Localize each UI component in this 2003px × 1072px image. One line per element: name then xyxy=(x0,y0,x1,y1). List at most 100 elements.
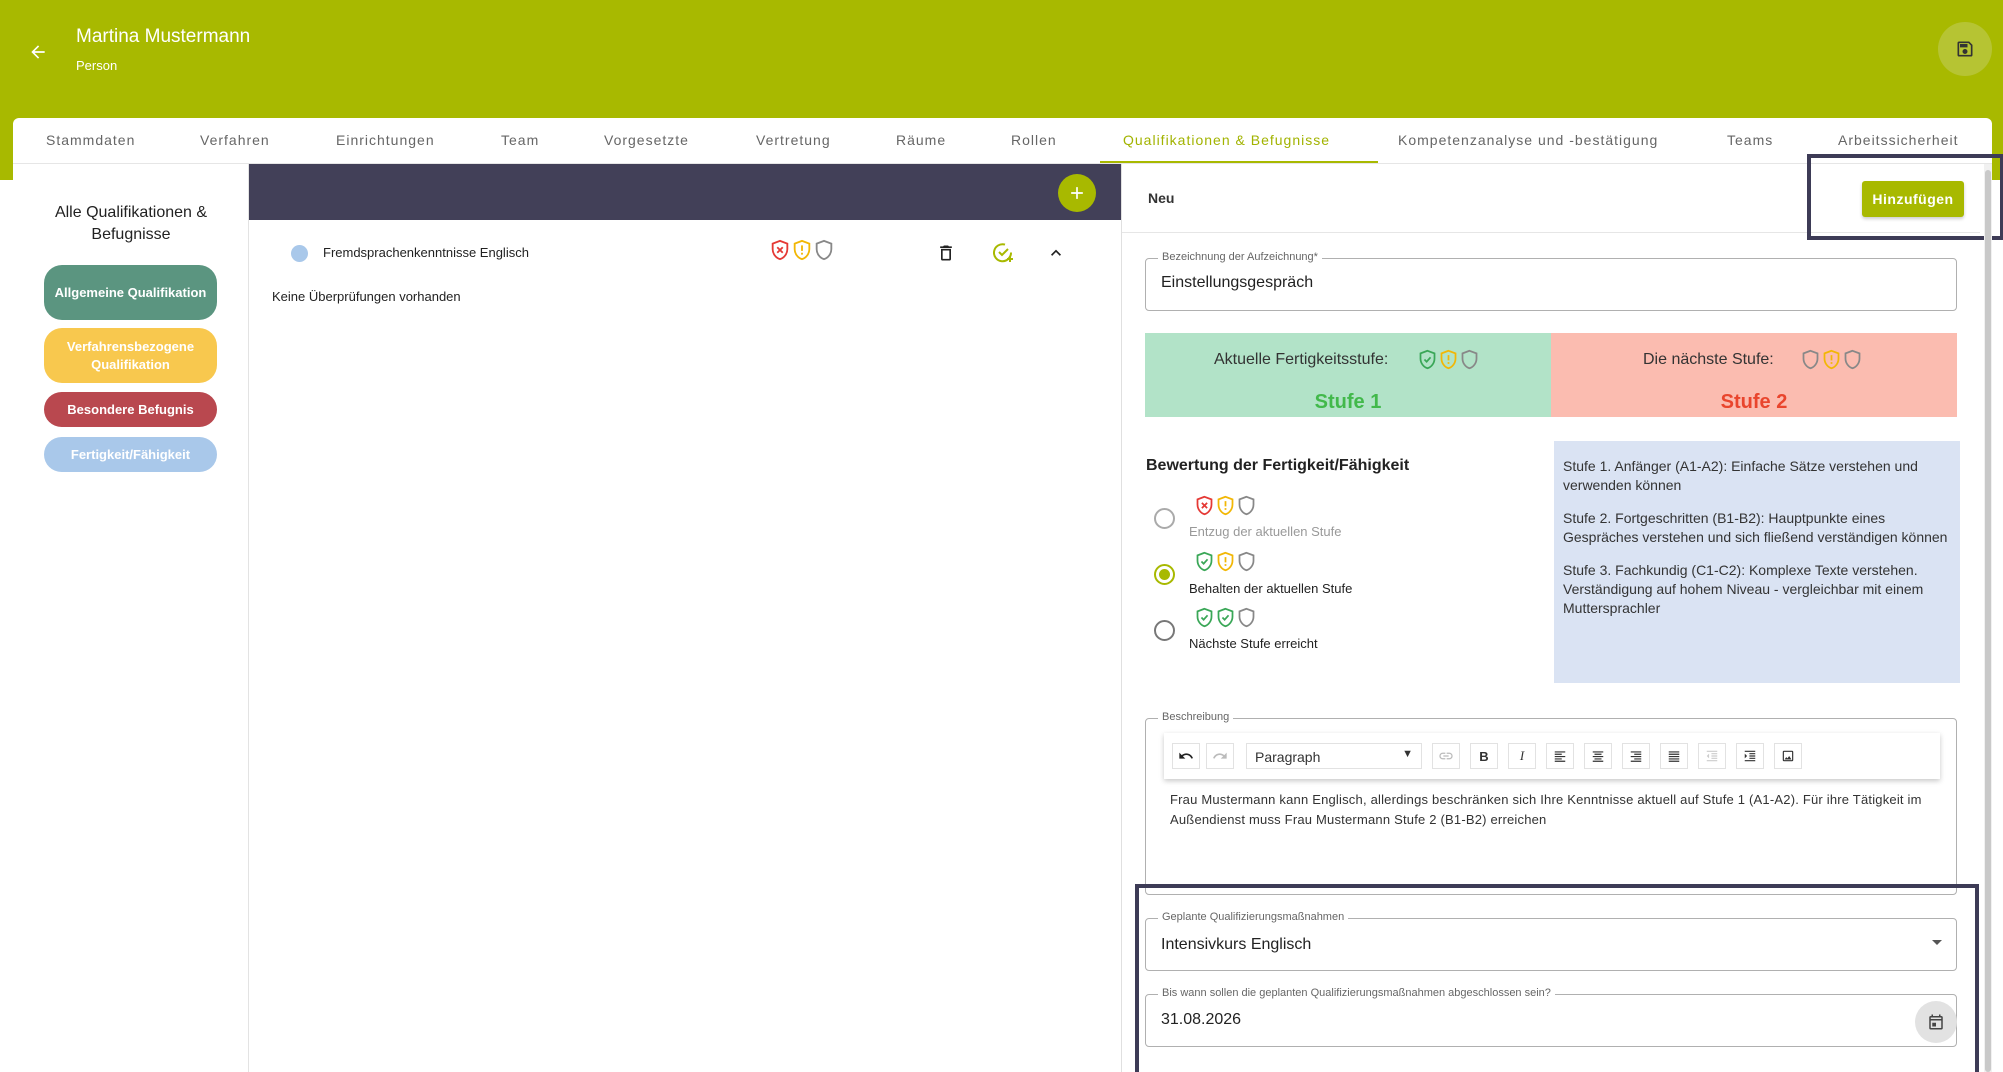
align-center-button[interactable] xyxy=(1584,743,1612,769)
tab-team[interactable]: Team xyxy=(501,132,539,148)
outdent-icon xyxy=(1706,750,1718,762)
indent-icon xyxy=(1744,750,1756,762)
shield-check-icon xyxy=(1196,551,1212,571)
plus-icon xyxy=(1071,187,1083,199)
evaluation-title: Bewertung der Fertigkeit/Fähigkeit xyxy=(1146,457,1410,474)
description-text[interactable]: Frau Mustermann kann Englisch, allerding… xyxy=(1170,790,1940,830)
align-left-button[interactable] xyxy=(1546,743,1574,769)
align-center-icon xyxy=(1592,751,1604,762)
tab-raeume[interactable]: Räume xyxy=(896,132,946,148)
redo-button[interactable] xyxy=(1206,743,1234,769)
insert-image-button[interactable] xyxy=(1774,743,1802,769)
tab-einrichtungen[interactable]: Einrichtungen xyxy=(336,132,435,148)
option-revoke-label: Entzug der aktuellen Stufe xyxy=(1189,524,1342,539)
trash-icon xyxy=(940,245,952,261)
delete-button[interactable] xyxy=(933,240,959,266)
align-justify-button[interactable] xyxy=(1660,743,1688,769)
scrollbar-thumb[interactable] xyxy=(1985,170,1991,1072)
revoke-level-shields xyxy=(1190,494,1260,516)
link-button[interactable] xyxy=(1432,743,1460,769)
save-button[interactable] xyxy=(1938,22,1992,76)
shield-x-icon xyxy=(771,239,789,261)
tab-vorgesetzte[interactable]: Vorgesetzte xyxy=(604,132,689,148)
align-justify-icon xyxy=(1668,751,1680,762)
italic-icon: I xyxy=(1519,748,1525,763)
next-level-shields xyxy=(1796,348,1866,370)
current-level-box: Aktuelle Fertigkeitsstufe: Stufe 1 xyxy=(1145,333,1551,417)
dropdown-arrow-icon: ▼ xyxy=(1402,748,1413,760)
current-level-value: Stufe 1 xyxy=(1314,391,1382,413)
list-divider xyxy=(1121,164,1122,1072)
list-header-bar xyxy=(249,164,1121,220)
record-name-field[interactable]: Bezeichnung der Aufzeichnung* Einstellun… xyxy=(1145,251,1957,311)
next-level-option-shields xyxy=(1190,606,1260,628)
highlight-planned-measures xyxy=(1135,884,1979,1072)
shield-warning-icon xyxy=(1823,349,1839,369)
tab-rollen[interactable]: Rollen xyxy=(1011,132,1057,148)
tab-bar: Stammdaten Verfahren Einrichtungen Team … xyxy=(13,118,1992,164)
filter-allgemeine-qualifikation[interactable]: Allgemeine Qualifikation xyxy=(44,265,217,320)
qualification-level-shields xyxy=(766,238,838,262)
radio-keep-level[interactable] xyxy=(1154,564,1175,585)
no-reviews-text: Keine Überprüfungen vorhanden xyxy=(272,289,461,304)
align-right-button[interactable] xyxy=(1622,743,1650,769)
tab-stammdaten[interactable]: Stammdaten xyxy=(46,132,135,148)
shield-check-icon xyxy=(1217,607,1233,627)
shield-empty-icon xyxy=(815,239,833,261)
tab-qualifikationen[interactable]: Qualifikationen & Befugnisse xyxy=(1123,132,1330,148)
shield-warning-icon xyxy=(1440,349,1456,369)
shield-warning-icon xyxy=(1217,495,1233,515)
save-icon xyxy=(1957,41,1973,57)
chevron-up-icon xyxy=(1051,249,1061,256)
level-info-3: Stufe 3. Fachkundig (C1-C2): Komplexe Te… xyxy=(1563,562,1924,616)
current-level-shields xyxy=(1413,348,1483,370)
link-icon xyxy=(1439,752,1453,760)
add-review-button[interactable] xyxy=(988,238,1018,268)
shield-warning-icon xyxy=(793,239,811,261)
tab-arbeitssicherheit[interactable]: Arbeitssicherheit xyxy=(1838,132,1959,148)
person-type: Person xyxy=(76,58,118,73)
sidebar-divider xyxy=(248,164,249,1072)
filter-verfahrensbezogene-qualifikation[interactable]: Verfahrensbezogene Qualifikation xyxy=(44,328,217,383)
back-button[interactable] xyxy=(22,36,54,68)
radio-next-level[interactable] xyxy=(1154,620,1175,641)
level-info-1: Stufe 1. Anfänger (A1-A2): Einfache Sätz… xyxy=(1563,458,1918,493)
qualification-name[interactable]: Fremdsprachenkenntnisse Englisch xyxy=(323,245,529,260)
italic-button[interactable]: I xyxy=(1508,743,1536,769)
qualification-type-dot xyxy=(291,245,308,262)
shield-empty-icon xyxy=(1844,349,1860,369)
indent-button[interactable] xyxy=(1736,743,1764,769)
shield-empty-icon xyxy=(1461,349,1477,369)
shield-check-icon xyxy=(1196,607,1212,627)
block-format-select[interactable]: Paragraph ▼ xyxy=(1246,743,1422,769)
tab-teams[interactable]: Teams xyxy=(1727,132,1773,148)
tab-verfahren[interactable]: Verfahren xyxy=(200,132,270,148)
highlight-add-button xyxy=(1807,154,2003,240)
shield-check-icon xyxy=(1419,349,1435,369)
bold-button[interactable]: B xyxy=(1470,743,1498,769)
filter-fertigkeit-faehigkeit[interactable]: Fertigkeit/Fähigkeit xyxy=(44,437,217,472)
level-info-box: Stufe 1. Anfänger (A1-A2): Einfache Sätz… xyxy=(1554,441,1960,683)
image-icon xyxy=(1782,750,1794,762)
collapse-button[interactable] xyxy=(1043,240,1069,266)
option-keep-label: Behalten der aktuellen Stufe xyxy=(1189,581,1353,596)
undo-button[interactable] xyxy=(1172,743,1200,769)
shield-warning-icon xyxy=(1217,551,1233,571)
outdent-button[interactable] xyxy=(1698,743,1726,769)
next-level-label: Die nächste Stufe: xyxy=(1643,351,1774,368)
arrow-left-icon xyxy=(31,45,45,59)
shield-empty-icon xyxy=(1238,495,1254,515)
editor-toolbar: Paragraph ▼ B I xyxy=(1164,733,1940,779)
panel-title: Neu xyxy=(1148,190,1175,206)
shield-empty-icon xyxy=(1238,607,1254,627)
tab-kompetenzanalyse[interactable]: Kompetenzanalyse und -bestätigung xyxy=(1398,132,1658,148)
add-qualification-button[interactable] xyxy=(1058,174,1096,212)
check-circle-plus-icon xyxy=(993,243,1013,263)
level-info-2: Stufe 2. Fortgeschritten (B1-B2): Hauptp… xyxy=(1563,510,1948,545)
keep-level-shields xyxy=(1190,550,1260,572)
active-tab-indicator xyxy=(1100,161,1378,163)
align-right-icon xyxy=(1630,751,1642,762)
filter-besondere-befugnis[interactable]: Besondere Befugnis xyxy=(44,392,217,427)
radio-revoke-level[interactable] xyxy=(1154,508,1175,529)
tab-vertretung[interactable]: Vertretung xyxy=(756,132,831,148)
